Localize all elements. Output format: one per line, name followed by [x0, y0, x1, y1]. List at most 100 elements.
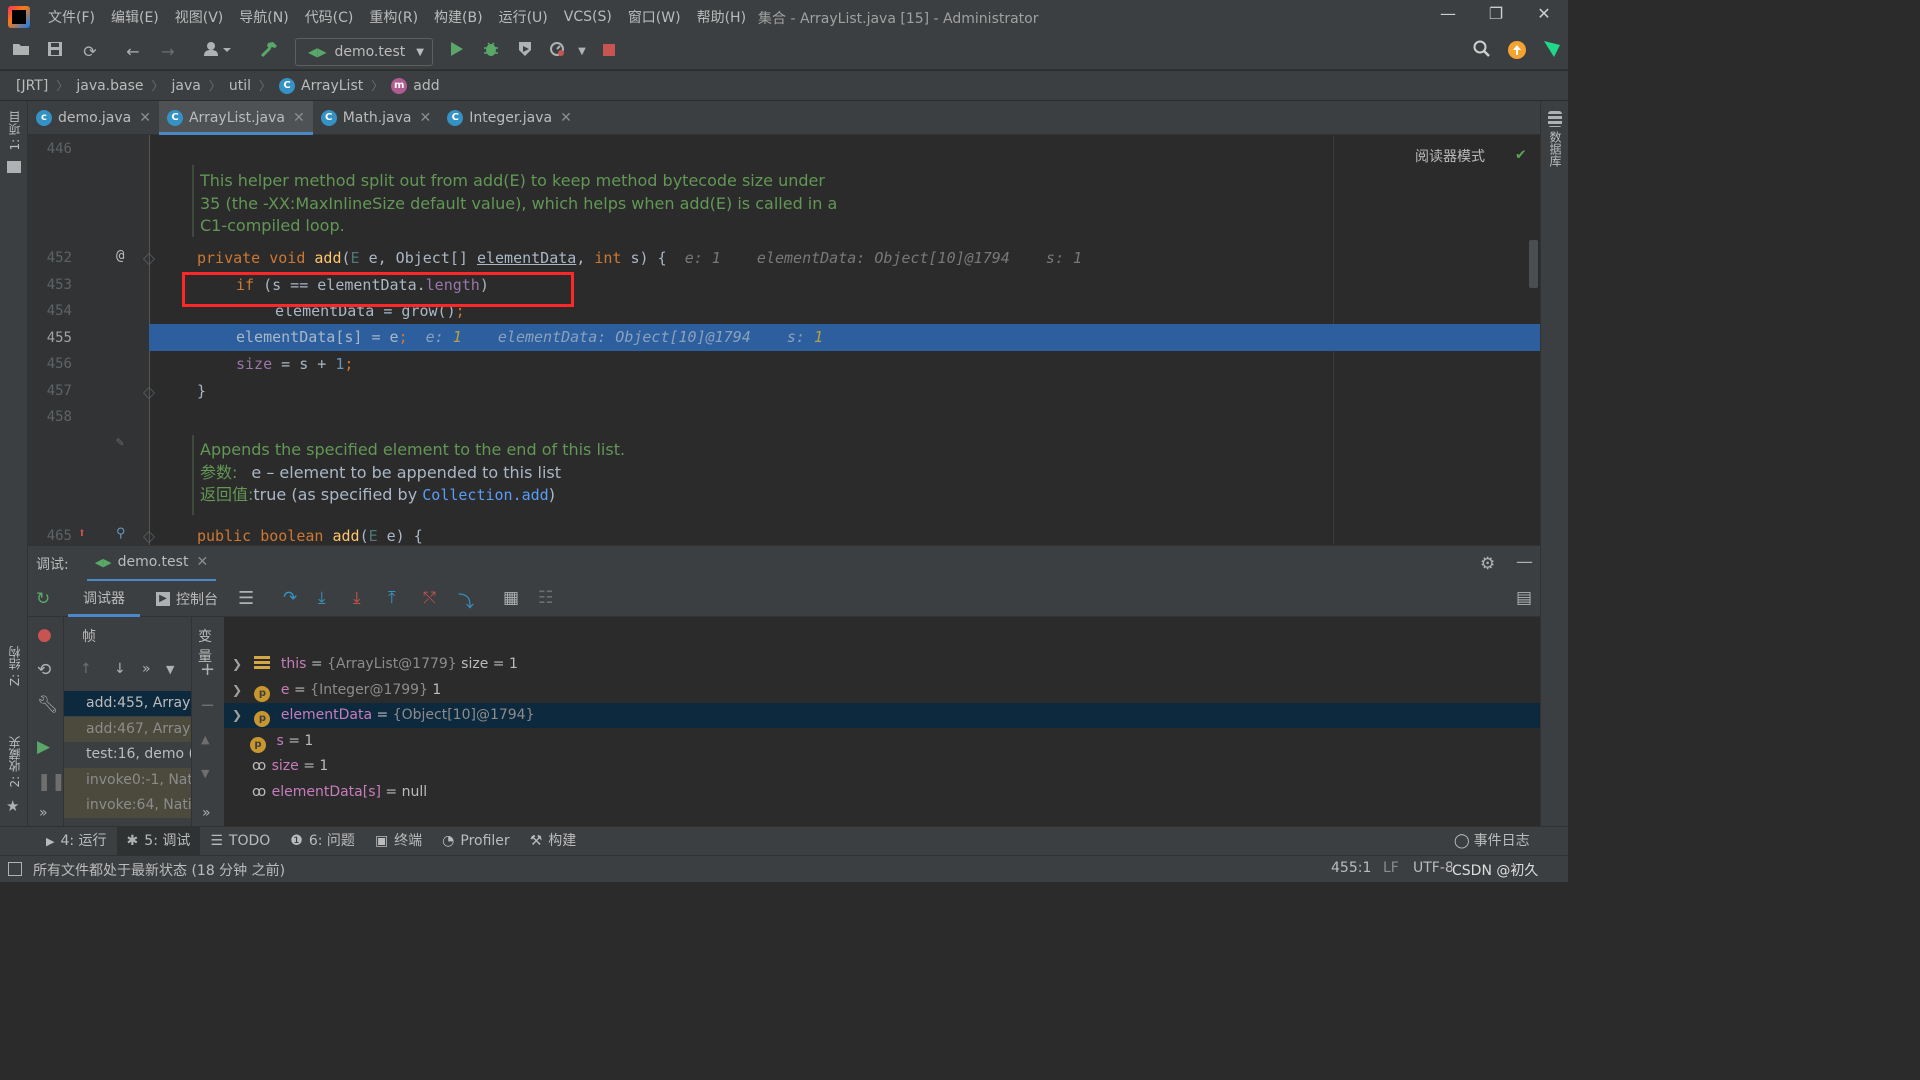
tab-debugger[interactable]: 调试器	[68, 581, 140, 617]
update-icon[interactable]	[1505, 40, 1529, 64]
tool-tab-terminal[interactable]: ▣ 终端	[365, 827, 432, 856]
arrow-down-icon[interactable]: ↓	[114, 661, 126, 677]
watch-row-size[interactable]: oo size = 1	[224, 754, 1540, 779]
tool-tab-todo[interactable]: ☰ TODO	[200, 827, 280, 856]
expand-arrow-icon[interactable]: ❯	[232, 678, 250, 703]
menu-help[interactable]: 帮助(H)	[689, 7, 754, 27]
breadcrumb-jrt[interactable]: [JRT]	[16, 78, 48, 94]
more-icon[interactable]: »	[202, 805, 211, 821]
breadcrumb-java[interactable]: java	[172, 78, 201, 94]
structure-tool-button[interactable]: Z: 结构	[6, 646, 23, 686]
layout-settings-icon[interactable]: ▤	[1516, 588, 1532, 608]
usages-marker-icon[interactable]: ⚲	[116, 526, 126, 541]
resume-icon[interactable]: ▶	[37, 737, 50, 757]
run-icon[interactable]	[444, 40, 468, 64]
tab-console[interactable]: ▶ 控制台	[156, 581, 218, 617]
hide-panel-icon[interactable]: —	[1516, 552, 1533, 572]
move-up-icon[interactable]: ▲	[201, 733, 209, 746]
view-breakpoints-icon[interactable]: ●	[37, 625, 52, 645]
frame-row[interactable]: invoke0:-1, Nati	[64, 768, 191, 793]
jetbrains-toolbox-icon[interactable]	[1540, 40, 1564, 64]
menu-build[interactable]: 构建(B)	[426, 7, 491, 27]
tool-tab-event-log[interactable]: ◯ 事件日志	[1444, 827, 1540, 856]
tab-integer-java[interactable]: C Integer.java ✕	[439, 101, 580, 135]
restore-layout-icon[interactable]: ⟲	[37, 660, 51, 680]
rerun-icon[interactable]: ↻	[36, 589, 50, 609]
menu-navigate[interactable]: 导航(N)	[231, 7, 296, 27]
move-down-icon[interactable]: ▼	[201, 767, 209, 780]
breadcrumb-add[interactable]: add	[413, 78, 439, 94]
menu-view[interactable]: 视图(V)	[167, 7, 232, 27]
minimize-icon[interactable]: —	[1428, 4, 1468, 23]
line-separator[interactable]: LF	[1383, 860, 1399, 876]
edit-doc-pencil-icon[interactable]: ✎	[116, 435, 124, 450]
inspection-ok-icon[interactable]: ✔	[1516, 144, 1526, 163]
menu-refactor[interactable]: 重构(R)	[361, 7, 426, 27]
close-icon[interactable]: ✕	[293, 110, 305, 126]
annotation-at-icon[interactable]: @	[116, 248, 124, 264]
profile-icon[interactable]	[545, 40, 569, 64]
step-over-icon[interactable]: ↷	[283, 588, 297, 608]
evaluate-expression-icon[interactable]: ▦	[503, 588, 519, 608]
stop-icon[interactable]	[597, 40, 621, 64]
open-folder-icon[interactable]	[9, 40, 33, 64]
frame-row[interactable]: test:16, demo (c	[64, 742, 191, 767]
expand-arrow-icon[interactable]: ❯	[232, 703, 250, 728]
trace-stream-icon[interactable]: ☷	[538, 588, 553, 608]
profile-dropdown-icon[interactable]: ▼	[570, 40, 594, 64]
menu-run[interactable]: 运行(U)	[491, 7, 556, 27]
menu-window[interactable]: 窗口(W)	[620, 7, 689, 27]
wrench-icon[interactable]: 🔧︎	[37, 695, 59, 715]
menu-file[interactable]: 文件(F)	[40, 7, 103, 27]
gear-icon[interactable]: ⚙	[1480, 554, 1495, 574]
doc-link[interactable]: Collection.add	[422, 486, 548, 504]
editor-scrollbar[interactable]	[1529, 240, 1538, 288]
breadcrumb-util[interactable]: util	[229, 78, 251, 94]
drop-frame-icon[interactable]: ⤲	[423, 588, 436, 608]
force-step-into-icon[interactable]: ⤓	[353, 588, 361, 608]
breadcrumb-java-base[interactable]: java.base	[76, 78, 143, 94]
tool-tab-debug[interactable]: ✱ 5: 调试	[116, 826, 201, 856]
thread-filter-icon[interactable]: ▼	[166, 663, 174, 676]
code-editor[interactable]: elementData[s] = e; e: 1 elementData: Ob…	[28, 135, 1540, 545]
debug-icon[interactable]	[479, 40, 503, 64]
step-out-icon[interactable]: ⤒	[388, 588, 396, 608]
toggle-tool-windows-icon[interactable]	[8, 862, 22, 876]
override-marker-icon[interactable]: ⬆	[78, 526, 86, 541]
close-window-icon[interactable]: ✕	[1524, 4, 1564, 23]
menu-code[interactable]: 代码(C)	[297, 7, 362, 27]
add-watch-icon[interactable]: +	[200, 659, 215, 680]
caret-position[interactable]: 455:1	[1331, 860, 1371, 876]
more-actions-icon[interactable]: »	[39, 805, 48, 821]
arrow-up-icon[interactable]: ↑	[80, 661, 92, 677]
menu-edit[interactable]: 编辑(E)	[103, 7, 167, 27]
build-hammer-icon[interactable]	[257, 40, 281, 64]
variable-row-e[interactable]: ❯ p e = {Integer@1799} 1	[224, 678, 1540, 703]
tool-tab-profiler[interactable]: ◔ Profiler	[432, 827, 520, 856]
favorites-tool-button[interactable]: 2: 收藏夹	[6, 736, 23, 788]
reader-mode-toggle[interactable]: 阅读器模式	[1415, 146, 1485, 166]
restore-icon[interactable]: ❐	[1476, 4, 1516, 23]
expand-arrow-icon[interactable]: ❯	[232, 652, 250, 677]
step-into-icon[interactable]: ⤓	[318, 588, 326, 608]
search-icon[interactable]	[1470, 40, 1494, 64]
variable-row-this[interactable]: ❯ this = {ArrayList@1779} size = 1	[224, 652, 1540, 677]
run-to-cursor-icon[interactable]: ⤵	[458, 588, 474, 612]
remove-watch-icon[interactable]: −	[200, 695, 215, 716]
tool-tab-run[interactable]: ▶ 4: 运行	[36, 827, 117, 856]
tool-tab-build[interactable]: ⚒ 构建	[520, 827, 587, 856]
run-config-selector[interactable]: ◀▶ demo.test ▼	[295, 38, 433, 66]
tab-arraylist-java[interactable]: C ArrayList.java ✕	[158, 101, 313, 135]
variable-row-s[interactable]: p s = 1	[224, 729, 1540, 754]
save-all-icon[interactable]	[43, 40, 67, 64]
tab-demo-java[interactable]: c demo.java ✕	[28, 101, 159, 135]
project-tool-button[interactable]: 1: 项目	[6, 111, 23, 151]
more-icon[interactable]: »	[142, 661, 151, 677]
vcs-user-icon[interactable]	[200, 40, 236, 64]
watch-row-elementdata-s[interactable]: oo elementData[s] = null	[224, 780, 1540, 805]
close-icon[interactable]: ✕	[139, 110, 151, 126]
file-encoding[interactable]: UTF-8	[1413, 860, 1454, 876]
close-icon[interactable]: ✕	[560, 110, 572, 126]
breadcrumb-arraylist[interactable]: ArrayList	[301, 78, 363, 94]
menu-vcs[interactable]: VCS(S)	[556, 9, 620, 25]
